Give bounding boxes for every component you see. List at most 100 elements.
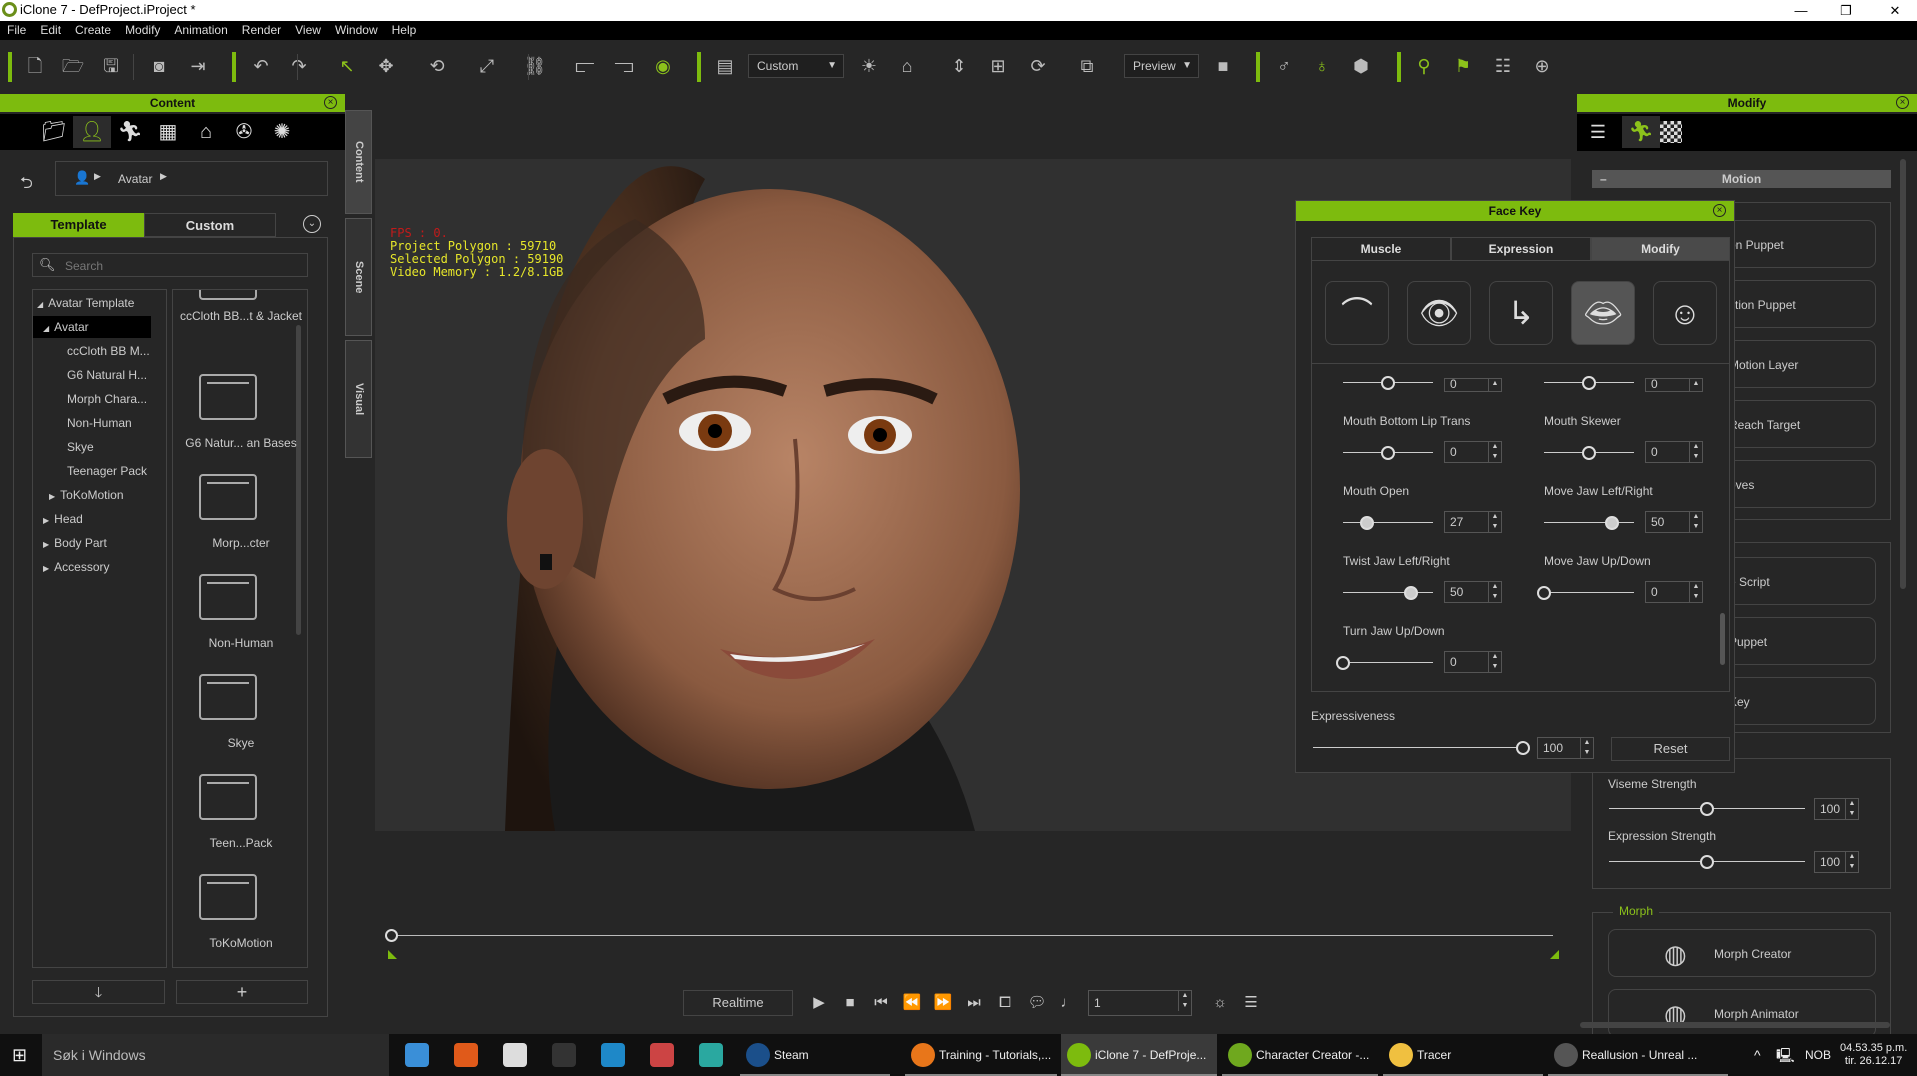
- light-icon[interactable]: ☀: [855, 52, 883, 80]
- camera-select[interactable]: Custom ▼: [748, 54, 844, 78]
- slider-value-input[interactable]: 0: [1645, 581, 1703, 603]
- camera-orbit-icon[interactable]: ⟳: [1024, 52, 1052, 80]
- character-visibility-icon[interactable]: ♁: [1308, 52, 1336, 80]
- scale-icon[interactable]: ⤢: [473, 52, 501, 80]
- mouth-bottom-lip-trans-slider[interactable]: [1343, 446, 1433, 460]
- settings-icon[interactable]: ☼: [1207, 989, 1233, 1017]
- menu-modify[interactable]: Modify: [118, 21, 167, 40]
- timeline-icon[interactable]: ☰: [1238, 989, 1264, 1017]
- menu-window[interactable]: Window: [328, 21, 385, 40]
- taskbar-app[interactable]: Reallusion - Unreal ...: [1548, 1034, 1728, 1076]
- windows-start-icon[interactable]: ⊞: [12, 1034, 27, 1076]
- minimize-button[interactable]: —: [1781, 0, 1821, 21]
- viewport-layout-icon[interactable]: ▤: [711, 52, 739, 80]
- play-icon[interactable]: ▶: [806, 989, 832, 1017]
- viseme-strength-input[interactable]: 100: [1814, 798, 1859, 820]
- slider-value-input[interactable]: 0: [1645, 441, 1703, 463]
- back-icon[interactable]: ⮌: [20, 172, 33, 199]
- move-jaw-up-down-slider[interactable]: [1537, 586, 1634, 600]
- timeline-track[interactable]: [385, 929, 1553, 942]
- visibility-eye-icon[interactable]: ◉: [649, 52, 677, 80]
- file-explorer-icon[interactable]: [405, 1043, 429, 1067]
- tab-muscle[interactable]: Muscle: [1311, 237, 1451, 261]
- flag-icon[interactable]: ⚑: [1449, 52, 1477, 80]
- content-item-label[interactable]: Morp...cter: [173, 536, 307, 550]
- close-dialog-icon[interactable]: ×: [1713, 204, 1726, 217]
- expressiveness-slider[interactable]: [1313, 741, 1530, 755]
- morph-creator-button[interactable]: ◍ Morph Creator: [1608, 929, 1876, 977]
- tree-item[interactable]: ◢ Avatar Template: [33, 292, 166, 314]
- export-icon[interactable]: ⇥: [184, 52, 212, 80]
- props-group-icon[interactable]: ⬢: [1347, 52, 1375, 80]
- menu-render[interactable]: Render: [235, 21, 288, 40]
- tree-item[interactable]: ▶ Body Part: [33, 532, 166, 554]
- slider-value-input[interactable]: 0: [1444, 378, 1502, 392]
- mouth-region-button[interactable]: 👄︎: [1571, 281, 1635, 345]
- face-slider[interactable]: [1544, 376, 1634, 390]
- 3ds-max-icon[interactable]: [699, 1043, 723, 1067]
- scene-icon[interactable]: ▦: [149, 116, 187, 148]
- slider-knob[interactable]: [1700, 855, 1714, 869]
- timeline-list-icon[interactable]: ☷: [1489, 52, 1517, 80]
- select-icon[interactable]: ↖: [333, 52, 361, 80]
- download-button[interactable]: 🡓: [32, 980, 165, 1004]
- content-item-label[interactable]: ccCloth BB...t & Jacket: [173, 309, 307, 339]
- first-frame-icon[interactable]: ⏮: [868, 989, 894, 1017]
- slider-value-input[interactable]: 0: [1645, 378, 1703, 392]
- tab-modify[interactable]: Modify: [1591, 237, 1730, 261]
- slider-value-input[interactable]: 50: [1444, 581, 1502, 603]
- motion-icon[interactable]: 🏃︎: [1622, 116, 1660, 148]
- slider-value-input[interactable]: 50: [1645, 511, 1703, 533]
- audio-icon[interactable]: ♩: [1055, 989, 1081, 1017]
- nose-region-button[interactable]: ↳: [1489, 281, 1553, 345]
- slider-knob[interactable]: [1516, 741, 1530, 755]
- box-view-icon[interactable]: ⧉: [1073, 52, 1101, 80]
- expression-strength-slider[interactable]: [1609, 855, 1805, 869]
- new-file-icon[interactable]: 🗋: [21, 52, 49, 80]
- slider-value-input[interactable]: 27: [1444, 511, 1502, 533]
- turn-jaw-up-down-slider[interactable]: [1336, 656, 1433, 670]
- tree-item[interactable]: Non-Human: [33, 412, 166, 434]
- slider-knob[interactable]: [1537, 586, 1551, 600]
- content-item-label[interactable]: Teen...Pack: [173, 836, 307, 850]
- close-button[interactable]: ✕: [1875, 0, 1915, 21]
- redo-icon[interactable]: ↷: [285, 52, 313, 80]
- attach-icon[interactable]: ⊕: [1528, 52, 1556, 80]
- close-panel-icon[interactable]: ×: [1896, 96, 1909, 109]
- app-brush-icon[interactable]: [650, 1043, 674, 1067]
- sliders-icon[interactable]: ☰: [1579, 116, 1617, 148]
- viseme-strength-slider[interactable]: [1609, 802, 1805, 816]
- subtitle-icon[interactable]: 💬︎: [1024, 989, 1050, 1017]
- app-orange-icon[interactable]: [454, 1043, 478, 1067]
- search-input[interactable]: 🔍︎ Search: [32, 253, 308, 277]
- breadcrumb-item[interactable]: Avatar: [118, 172, 152, 186]
- render-preview-icon[interactable]: ◙: [145, 52, 173, 80]
- motion-icon[interactable]: 🏃︎: [111, 116, 149, 148]
- tree-item[interactable]: ▶ Head: [33, 508, 166, 530]
- expressiveness-input[interactable]: 100: [1537, 737, 1594, 759]
- eye-region-button[interactable]: 👁︎: [1407, 281, 1471, 345]
- tree-item[interactable]: ◢ Avatar: [33, 316, 151, 338]
- tree-item[interactable]: ▶ Accessory: [33, 556, 166, 578]
- folder-icon[interactable]: 📁︎: [35, 116, 73, 148]
- mouth-open-slider[interactable]: [1343, 516, 1433, 530]
- taskbar-app[interactable]: iClone 7 - DefProje...: [1061, 1034, 1217, 1076]
- undo-icon[interactable]: ↶: [247, 52, 275, 80]
- atmosphere-icon[interactable]: ✺: [263, 116, 301, 148]
- tree-item[interactable]: Skye: [33, 436, 166, 458]
- twist-jaw-left-right-slider[interactable]: [1343, 586, 1433, 600]
- taskbar-app[interactable]: Training - Tutorials,...: [905, 1034, 1057, 1076]
- expression-strength-input[interactable]: 100: [1814, 851, 1859, 873]
- menu-view[interactable]: View: [288, 21, 328, 40]
- close-panel-icon[interactable]: ×: [324, 96, 337, 109]
- side-tab-scene[interactable]: Scene: [345, 218, 372, 336]
- side-tab-content[interactable]: Content: [345, 110, 372, 214]
- modify-horizontal-scrollbar[interactable]: [1580, 1022, 1890, 1028]
- range-start-marker[interactable]: [388, 950, 397, 959]
- next-key-icon[interactable]: ⏩: [930, 989, 956, 1017]
- fit-vertical-icon[interactable]: ⇕: [945, 52, 973, 80]
- taskbar-search[interactable]: Søk i Windows: [42, 1034, 389, 1076]
- folder-icon[interactable]: [199, 290, 257, 300]
- prop-icon[interactable]: ⌂: [187, 116, 225, 148]
- pose-pin-icon[interactable]: ⚲: [1410, 52, 1438, 80]
